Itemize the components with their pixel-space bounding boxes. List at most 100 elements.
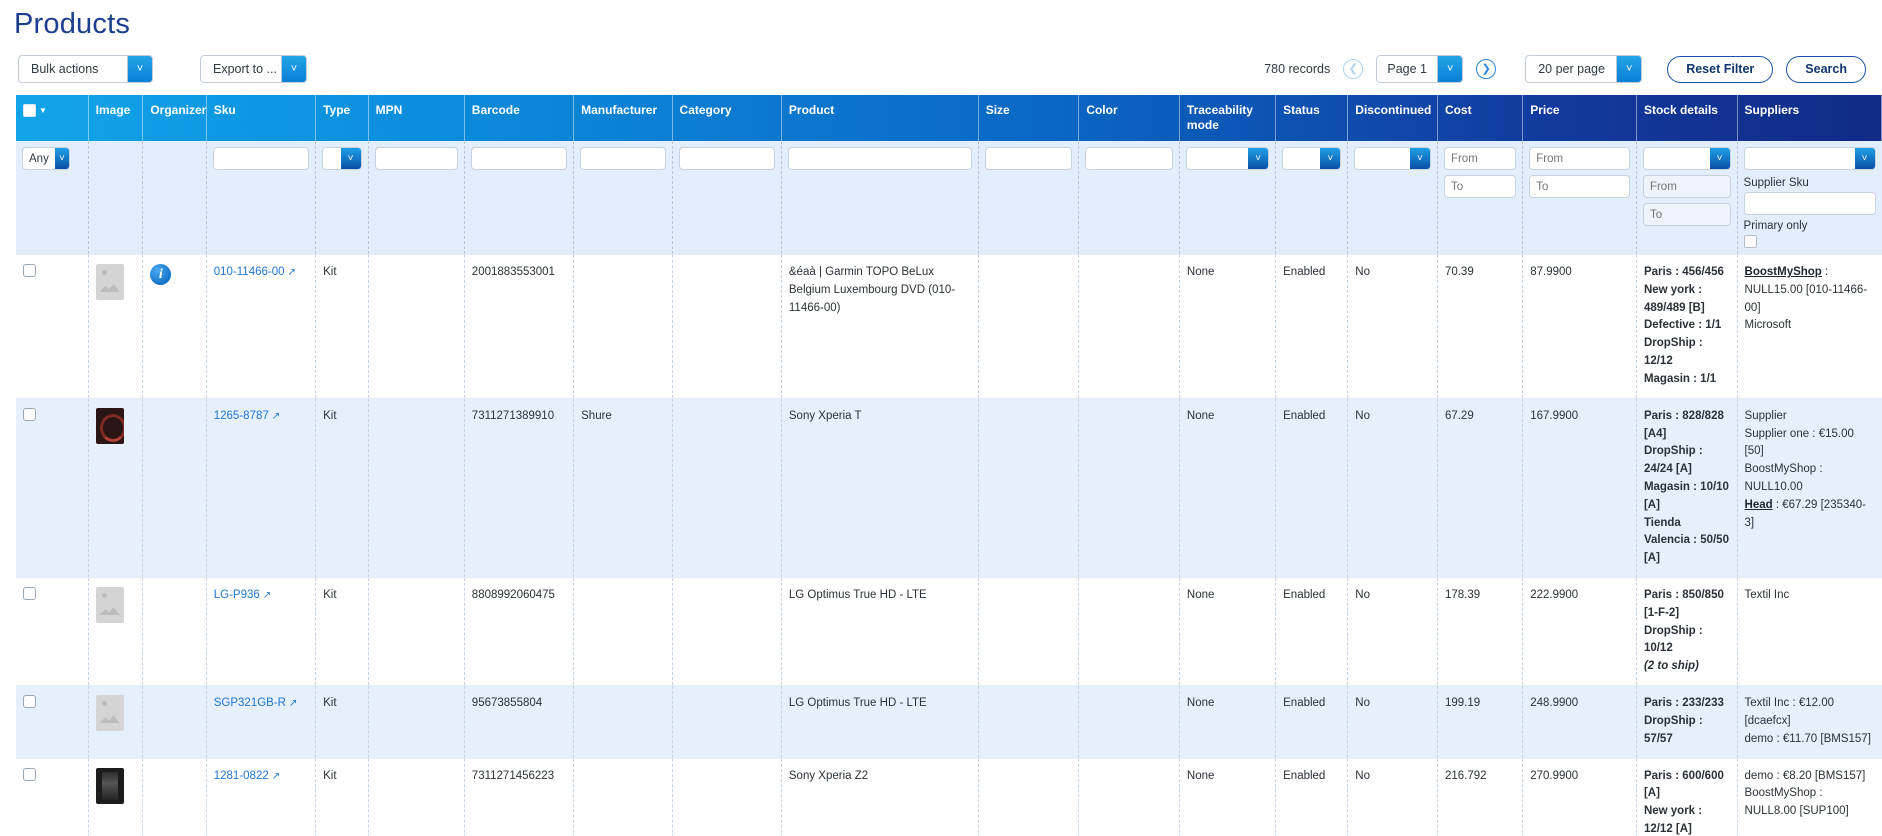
filter-stock-warehouse-select[interactable]: ˅ [1643, 147, 1731, 170]
filter-price-to-input[interactable] [1529, 175, 1630, 198]
filter-product-input[interactable] [788, 147, 972, 170]
column-header-manufacturer[interactable]: Manufacturer [574, 95, 672, 141]
row-size-cell [978, 578, 1079, 686]
column-header-discontinued[interactable]: Discontinued [1348, 95, 1438, 141]
supplier-name[interactable]: BoostMyShop [1745, 266, 1822, 278]
row-checkbox[interactable] [23, 587, 36, 600]
row-type-cell: Kit [316, 578, 368, 686]
column-header-traceability-mode[interactable]: Traceability mode [1179, 95, 1275, 141]
column-header-sku[interactable]: Sku [206, 95, 315, 141]
column-header-price[interactable]: Price [1523, 95, 1637, 141]
column-header-type[interactable]: Type [316, 95, 368, 141]
filter-cell-status: ˅ [1276, 141, 1348, 255]
row-stock-cell: Paris : 828/828 [A4]DropShip : 24/24 [A]… [1636, 398, 1737, 577]
filter-mpn-input[interactable] [375, 147, 458, 170]
row-select-cell[interactable] [16, 398, 88, 577]
filter-size-input[interactable] [985, 147, 1073, 170]
search-button[interactable]: Search [1786, 56, 1866, 83]
filter-color-input[interactable] [1085, 147, 1173, 170]
row-checkbox[interactable] [23, 408, 36, 421]
row-select-cell[interactable] [16, 758, 88, 836]
supplier-line: Microsoft [1745, 317, 1875, 335]
sku-link[interactable]: 1281-0822 [214, 770, 269, 782]
table-row[interactable]: i 010-11466-00↗ Kit 2001883553001 &éaà |… [16, 255, 1882, 399]
column-header-size[interactable]: Size [978, 95, 1079, 141]
column-header-status[interactable]: Status [1276, 95, 1348, 141]
external-link-icon[interactable]: ↗ [288, 265, 296, 281]
filter-manufacturer-input[interactable] [580, 147, 665, 170]
filter-price-from-input[interactable] [1529, 147, 1630, 170]
external-link-icon[interactable]: ↗ [289, 696, 297, 712]
bulk-actions-select[interactable]: Bulk actions ˅ [18, 55, 153, 83]
column-header-cost[interactable]: Cost [1437, 95, 1522, 141]
filter-cost-from-input[interactable] [1444, 147, 1516, 170]
reset-filter-button[interactable]: Reset Filter [1667, 56, 1773, 83]
filter-traceability-select[interactable]: ˅ [1186, 147, 1269, 170]
select-all-header[interactable]: ▼ [16, 95, 88, 141]
stock-detail-line: Paris : 456/456 [1644, 264, 1730, 282]
table-row[interactable]: 1265-8787↗ Kit 7311271389910 Shure Sony … [16, 398, 1882, 577]
row-sku-cell[interactable]: 1281-0822↗ [206, 758, 315, 836]
filter-stock-to-input[interactable] [1643, 203, 1731, 226]
table-row[interactable]: LG-P936↗ Kit 8808992060475 LG Optimus Tr… [16, 578, 1882, 686]
row-select-cell[interactable] [16, 686, 88, 758]
prev-page-button[interactable]: ❮ [1343, 59, 1363, 79]
sku-link[interactable]: 010-11466-00 [214, 266, 285, 278]
per-page-select[interactable]: 20 per page ˅ [1525, 55, 1642, 83]
column-header-image[interactable]: Image [88, 95, 143, 141]
table-row[interactable]: SGP321GB-R↗ Kit 95673855804 LG Optimus T… [16, 686, 1882, 758]
next-page-button[interactable]: ❯ [1476, 59, 1496, 79]
export-to-select[interactable]: Export to ... ˅ [200, 55, 307, 83]
supplier-name[interactable]: Head [1745, 499, 1773, 511]
chevron-down-icon[interactable]: ▼ [39, 106, 47, 116]
row-select-cell[interactable] [16, 578, 88, 686]
external-link-icon[interactable]: ↗ [263, 588, 271, 604]
sku-link[interactable]: SGP321GB-R [214, 697, 286, 709]
row-price-cell: 222.9900 [1523, 578, 1637, 686]
column-header-stock-details[interactable]: Stock details [1636, 95, 1737, 141]
row-product-cell: Sony Xperia Z2 [781, 758, 978, 836]
filter-any-select[interactable]: Any ˅ [22, 147, 70, 170]
filter-cell-organizer [143, 141, 206, 255]
row-organizer-cell[interactable]: i [143, 255, 206, 399]
filter-sku-input[interactable] [213, 147, 309, 170]
info-icon[interactable]: i [150, 264, 171, 285]
filter-type-select[interactable]: ˅ [322, 147, 361, 170]
row-sku-cell[interactable]: LG-P936↗ [206, 578, 315, 686]
sku-link[interactable]: 1265-8787 [214, 410, 269, 422]
column-header-product[interactable]: Product [781, 95, 978, 141]
column-header-category[interactable]: Category [672, 95, 781, 141]
sku-link[interactable]: LG-P936 [214, 589, 260, 601]
filter-stock-from-input[interactable] [1643, 175, 1731, 198]
table-body: Any ˅ ˅ [16, 141, 1882, 836]
column-header-mpn[interactable]: MPN [368, 95, 464, 141]
row-sku-cell[interactable]: 1265-8787↗ [206, 398, 315, 577]
select-all-checkbox[interactable] [23, 104, 36, 117]
column-header-color[interactable]: Color [1079, 95, 1180, 141]
row-select-cell[interactable] [16, 255, 88, 399]
row-sku-cell[interactable]: 010-11466-00↗ [206, 255, 315, 399]
primary-only-checkbox[interactable] [1744, 235, 1757, 248]
filter-cost-to-input[interactable] [1444, 175, 1516, 198]
page-select[interactable]: Page 1 ˅ [1376, 55, 1463, 83]
filter-status-select[interactable]: ˅ [1282, 147, 1341, 170]
filter-category-input[interactable] [679, 147, 775, 170]
row-checkbox[interactable] [23, 695, 36, 708]
row-sku-cell[interactable]: SGP321GB-R↗ [206, 686, 315, 758]
column-header-suppliers[interactable]: Suppliers [1737, 95, 1881, 141]
row-suppliers-cell: SupplierSupplier one : €15.00 [50]BoostM… [1737, 398, 1881, 577]
filter-supplier-select[interactable]: ˅ [1744, 147, 1876, 170]
external-link-icon[interactable]: ↗ [272, 769, 280, 785]
column-header-organizer[interactable]: Organizer [143, 95, 206, 141]
column-header-barcode[interactable]: Barcode [464, 95, 573, 141]
row-checkbox[interactable] [23, 768, 36, 781]
supplier-line: NULL15.00 [010-11466-00] [1745, 282, 1875, 318]
external-link-icon[interactable]: ↗ [272, 409, 280, 425]
chevron-down-icon: ˅ [281, 56, 306, 82]
table-row[interactable]: 1281-0822↗ Kit 7311271456223 Sony Xperia… [16, 758, 1882, 836]
row-checkbox[interactable] [23, 264, 36, 277]
filter-discontinued-select[interactable]: ˅ [1354, 147, 1431, 170]
filter-barcode-input[interactable] [471, 147, 567, 170]
filter-supplier-sku-input[interactable] [1744, 192, 1876, 215]
row-image-cell [88, 398, 143, 577]
